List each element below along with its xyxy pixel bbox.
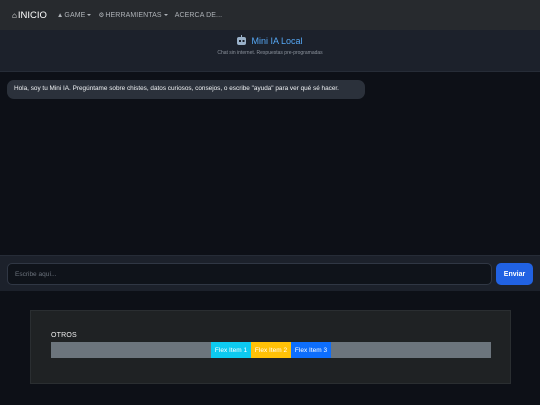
chat-input-bar: Enviar: [0, 255, 540, 291]
message-input[interactable]: [7, 263, 492, 285]
nav-home-link[interactable]: ⌂ INICIO: [12, 10, 47, 21]
nav-about-link[interactable]: ACERCA DE...: [175, 12, 223, 19]
nav-about-label: ACERCA DE...: [174, 11, 223, 19]
chat-messages: Hola, soy tu Mini IA. Pregúntame sobre c…: [0, 72, 540, 255]
flex-item-3: Flex Item 3: [291, 342, 331, 358]
chevron-down-icon: [163, 14, 168, 16]
home-icon: ⌂: [12, 10, 17, 20]
bot-message: Hola, soy tu Mini IA. Pregúntame sobre c…: [7, 80, 365, 99]
otros-label: OTROS: [51, 332, 77, 339]
chevron-down-icon: [87, 14, 92, 16]
gamepad-icon: ▲: [56, 11, 64, 19]
otros-panel: OTROS Flex Item 1 Flex Item 2 Flex Item …: [30, 310, 511, 384]
chat-title: Mini IA Local: [0, 35, 540, 46]
nav-game-dropdown[interactable]: ▲ GAME: [57, 12, 92, 19]
flex-container: Flex Item 1 Flex Item 2 Flex Item 3: [51, 342, 491, 358]
nav-tools-dropdown[interactable]: ⚙ HERRAMIENTAS: [98, 11, 168, 19]
chat-title-text: Mini IA Local: [251, 36, 303, 46]
chat-header: Mini IA Local Chat sin internet. Respues…: [0, 30, 540, 72]
flex-item-1: Flex Item 1: [211, 342, 251, 358]
robot-icon: [237, 35, 247, 45]
chat-subtitle: Chat sin internet. Respuestas pre-progra…: [217, 50, 323, 56]
flex-item-2: Flex Item 2: [251, 342, 291, 358]
nav-tools-label: HERRAMIENTAS: [105, 11, 162, 19]
nav-home-label: INICIO: [17, 9, 47, 21]
top-navbar: ⌂ INICIO ▲ GAME ⚙ HERRAMIENTAS ACERCA DE…: [0, 0, 540, 30]
gear-icon: ⚙: [98, 12, 105, 19]
nav-game-label: GAME: [64, 11, 86, 19]
send-button[interactable]: Enviar: [496, 263, 533, 285]
